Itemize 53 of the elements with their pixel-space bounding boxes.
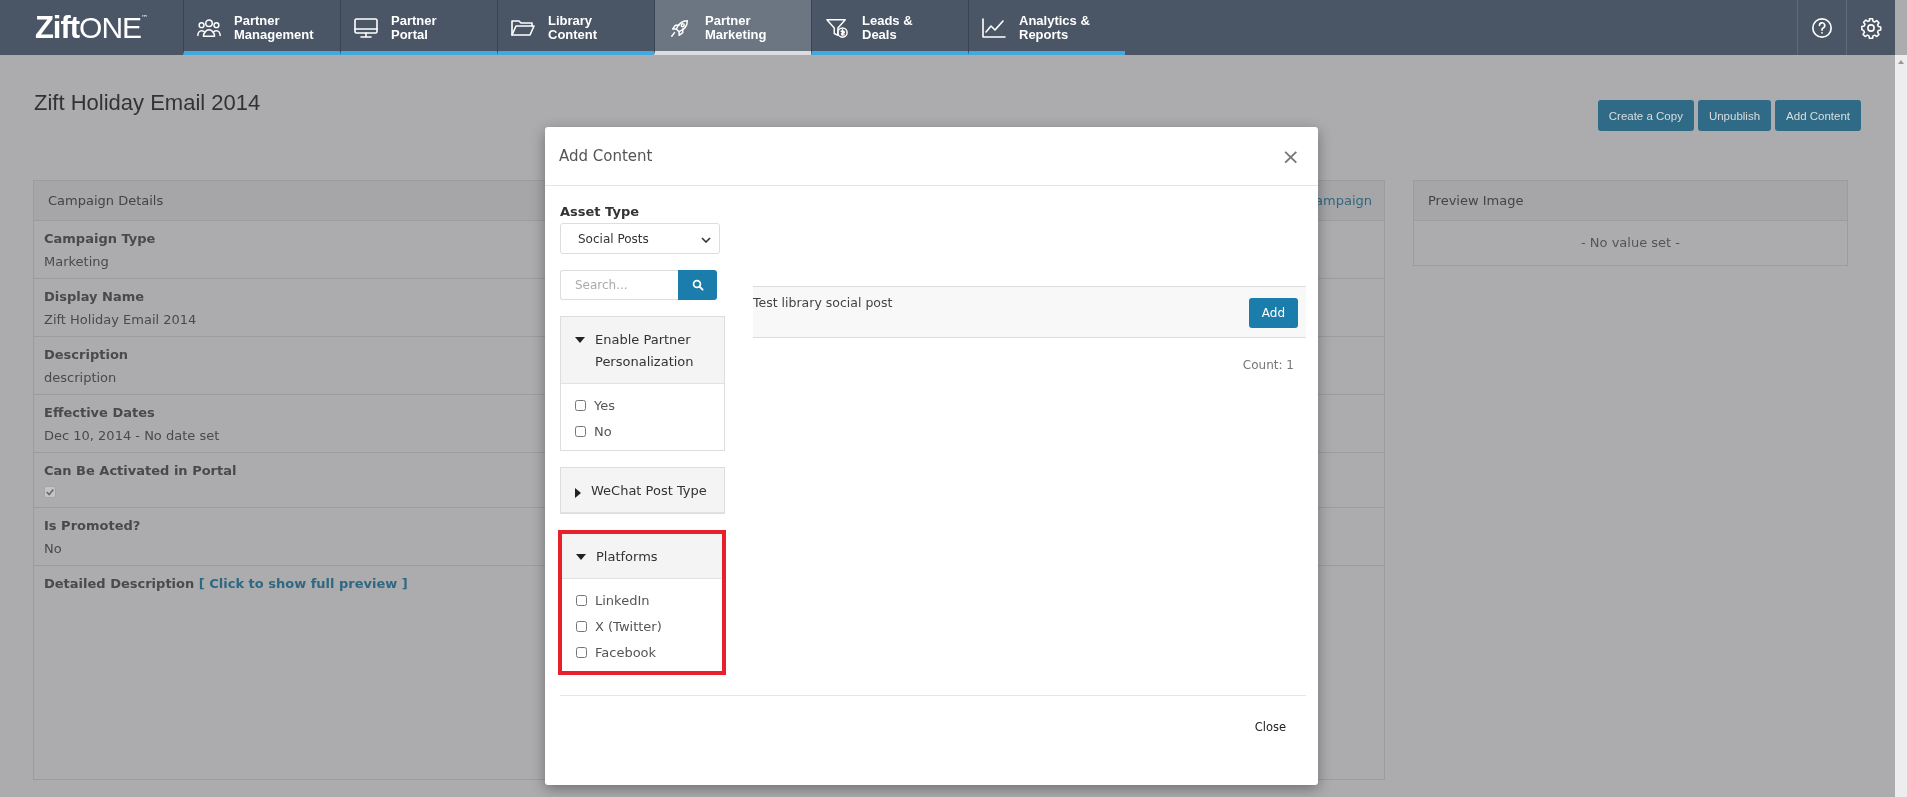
- caret-down-icon: [575, 337, 585, 343]
- field-label: Effective Dates: [44, 405, 155, 420]
- nav-tab[interactable]: Leads & Deals: [811, 0, 968, 55]
- line-chart-icon: [981, 16, 1007, 39]
- people-icon: [196, 16, 222, 39]
- checkbox[interactable]: [576, 594, 587, 606]
- result-count: Count: 1: [1241, 357, 1295, 372]
- action-button[interactable]: Create a Copy: [1597, 100, 1694, 131]
- field-label: Can Be Activated in Portal: [44, 463, 237, 478]
- panel-title: Preview Image: [1428, 193, 1524, 208]
- option-label: Yes: [594, 397, 615, 413]
- option-label: No: [594, 423, 612, 439]
- caret-right-icon: [575, 488, 581, 498]
- option-label: Facebook: [595, 644, 657, 660]
- result-title: Test library social post: [753, 295, 893, 310]
- checkbox[interactable]: [575, 399, 586, 411]
- filter-header[interactable]: WeChat Post Type: [561, 468, 724, 513]
- scrollbar[interactable]: [1895, 55, 1907, 797]
- field-label: Asset Type: [560, 204, 640, 219]
- checkbox[interactable]: [575, 425, 586, 437]
- close-button[interactable]: ×: [1277, 143, 1304, 169]
- action-button[interactable]: Unpublish: [1697, 100, 1772, 131]
- option-label: X (Twitter): [595, 618, 662, 634]
- asset-type-select[interactable]: Social Posts: [560, 223, 720, 254]
- panel-title: Campaign Details: [48, 193, 164, 208]
- filter-header[interactable]: Enable Partner Personalization: [561, 317, 724, 384]
- field-label: Display Name: [44, 289, 145, 304]
- nav-tab[interactable]: Partner Management: [183, 0, 340, 55]
- monitor-icon: [353, 16, 379, 39]
- checkbox[interactable]: [576, 620, 587, 632]
- page-title: Zift Holiday Email 2014: [34, 90, 261, 116]
- dialog-title: Add Content: [559, 147, 653, 165]
- funnel-icon: [824, 16, 850, 39]
- filter-header[interactable]: Platforms: [562, 534, 722, 579]
- nav-tab[interactable]: Partner Portal: [340, 0, 497, 55]
- field-label: Is Promoted?: [44, 518, 141, 533]
- empty-value: - No value set -: [1580, 234, 1681, 252]
- logo[interactable]: ZiftONE$^{™}$: [0, 0, 183, 55]
- search-field[interactable]: Search...: [560, 270, 678, 300]
- close-button[interactable]: Close: [1234, 714, 1306, 740]
- field-label: Campaign Type: [44, 231, 156, 246]
- field-value: No: [44, 541, 62, 556]
- field-label: Description: [44, 347, 129, 362]
- caret-down-icon: [576, 554, 586, 560]
- field-label: Detailed Description: [44, 576, 196, 591]
- search-button[interactable]: [678, 270, 717, 300]
- search-icon: [691, 279, 704, 291]
- nav-tab[interactable]: Analytics & Reports: [968, 0, 1125, 55]
- option-label: LinkedIn: [595, 592, 650, 608]
- action-button[interactable]: Add Content: [1775, 100, 1861, 131]
- add-button[interactable]: Add: [1248, 298, 1298, 328]
- nav-tab[interactable]: Partner Marketing: [654, 0, 811, 55]
- checkbox[interactable]: [576, 646, 587, 658]
